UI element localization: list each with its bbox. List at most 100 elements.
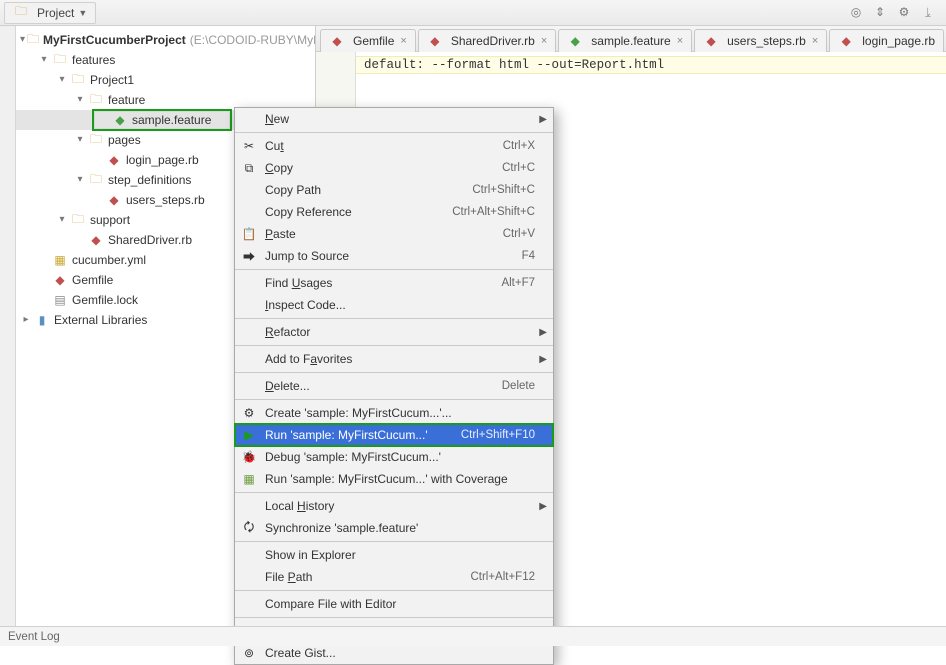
menu-new[interactable]: New ▶: [235, 108, 553, 130]
folder-icon: 🗀: [88, 132, 104, 148]
close-icon[interactable]: ×: [400, 35, 406, 47]
submenu-arrow-icon: ▶: [539, 327, 547, 338]
menu-find-usages[interactable]: Find Usages Alt+F7: [235, 272, 553, 294]
menu-copy[interactable]: ⧉ Copy Ctrl+C: [235, 157, 553, 179]
menu-cut[interactable]: ✂ Cut Ctrl+X: [235, 135, 553, 157]
folder-icon: 🗀: [27, 32, 39, 48]
collapse-icon[interactable]: ⇕: [872, 5, 888, 20]
menu-paste[interactable]: 📋 Paste Ctrl+V: [235, 223, 553, 245]
folder-icon: 🗀: [70, 72, 86, 88]
paste-icon: 📋: [235, 227, 263, 241]
ruby-file-icon: ◆: [427, 33, 443, 49]
chevron-down-icon[interactable]: ▾: [20, 34, 25, 46]
shortcut: Alt+F7: [501, 277, 535, 289]
tab-label: users_steps.rb: [727, 34, 806, 48]
chevron-down-icon[interactable]: ▾: [38, 54, 50, 66]
ruby-file-icon: ◆: [106, 152, 122, 168]
tree-root-path: (E:\CODOID-RUBY\MyFirstCucu: [190, 33, 316, 47]
project-dropdown[interactable]: 🗀 Project ▼: [4, 2, 96, 24]
gem-file-icon: ◆: [329, 33, 345, 49]
target-icon[interactable]: ◎: [848, 5, 864, 20]
close-icon[interactable]: ×: [677, 35, 683, 47]
menu-jump-to-source[interactable]: ⮕ Jump to Source F4: [235, 245, 553, 267]
chevron-down-icon[interactable]: ▾: [56, 214, 68, 226]
menu-label: Synchronize 'sample.feature': [263, 521, 535, 535]
tree-project1[interactable]: ▾ 🗀 Project1: [16, 70, 315, 90]
tree-label: pages: [108, 133, 141, 147]
menu-inspect-code[interactable]: Inspect Code...: [235, 294, 553, 316]
yml-file-icon: ▦: [52, 252, 68, 268]
menu-delete[interactable]: Delete... Delete: [235, 375, 553, 397]
ruby-file-icon: ◆: [88, 232, 104, 248]
editor-line-1: default: --format html --out=Report.html: [364, 58, 664, 72]
tree-label: login_page.rb: [126, 153, 199, 167]
ruby-file-icon: ◆: [838, 33, 854, 49]
close-icon[interactable]: ×: [812, 35, 818, 47]
tree-label: support: [90, 213, 130, 227]
menu-copy-path[interactable]: Copy Path Ctrl+Shift+C: [235, 179, 553, 201]
menu-create-run-config[interactable]: ⚙ Create 'sample: MyFirstCucum...'...: [235, 402, 553, 424]
chevron-down-icon[interactable]: ▾: [74, 174, 86, 186]
gem-file-icon: ◆: [52, 272, 68, 288]
menu-run[interactable]: ▶ Run 'sample: MyFirstCucum...' Ctrl+Shi…: [235, 424, 553, 446]
menu-show-in-explorer[interactable]: Show in Explorer: [235, 544, 553, 566]
tab-shareddriver[interactable]: ◆ SharedDriver.rb ×: [418, 29, 556, 52]
close-icon[interactable]: ×: [541, 35, 547, 47]
tab-sample-feature[interactable]: ◆ sample.feature ×: [558, 29, 692, 52]
menu-label: Copy Path: [263, 183, 472, 197]
menu-run-coverage[interactable]: ▦ Run 'sample: MyFirstCucum...' with Cov…: [235, 468, 553, 490]
menu-copy-reference[interactable]: Copy Reference Ctrl+Alt+Shift+C: [235, 201, 553, 223]
copy-icon: ⧉: [235, 161, 263, 176]
tree-label: cucumber.yml: [72, 253, 146, 267]
tree-root[interactable]: ▾ 🗀 MyFirstCucumberProject (E:\CODOID-RU…: [16, 30, 315, 50]
toolbar-icons: ◎ ⇕ ⚙ ⥕: [848, 5, 942, 20]
run-config-icon: ⚙: [235, 406, 263, 420]
debug-icon: 🐞: [235, 450, 263, 464]
menu-label: Copy Reference: [263, 205, 452, 219]
menu-label: Create Gist...: [263, 646, 535, 660]
hide-icon[interactable]: ⥕: [920, 5, 936, 20]
tab-label: sample.feature: [591, 34, 670, 48]
feature-file-icon: ◆: [112, 112, 128, 128]
project-folder-icon: 🗀: [13, 5, 29, 21]
sidebar-strip: [0, 26, 16, 626]
tree-label: feature: [108, 93, 145, 107]
menu-label: Jump to Source: [263, 249, 522, 263]
tree-features[interactable]: ▾ 🗀 features: [16, 50, 315, 70]
shortcut: Ctrl+X: [503, 140, 535, 152]
menu-debug[interactable]: 🐞 Debug 'sample: MyFirstCucum...': [235, 446, 553, 468]
menu-local-history[interactable]: Local History ▶: [235, 495, 553, 517]
tab-users-steps[interactable]: ◆ users_steps.rb ×: [694, 29, 827, 52]
shortcut: Ctrl+C: [502, 162, 535, 174]
chevron-right-icon[interactable]: ▸: [20, 314, 32, 326]
tab-gemfile[interactable]: ◆ Gemfile ×: [320, 29, 416, 52]
context-menu: New ▶ ✂ Cut Ctrl+X ⧉ Copy Ctrl+C Copy Pa…: [234, 107, 554, 665]
chevron-down-icon: ▼: [78, 8, 87, 18]
gear-icon[interactable]: ⚙: [896, 5, 912, 20]
menu-label: Run 'sample: MyFirstCucum...': [263, 428, 461, 442]
status-event-log[interactable]: Event Log: [8, 631, 60, 643]
shortcut: Ctrl+Alt+Shift+C: [452, 206, 535, 218]
shortcut: Delete: [502, 380, 535, 392]
tab-label: Gemfile: [353, 34, 394, 48]
chevron-down-icon[interactable]: ▾: [56, 74, 68, 86]
ruby-file-icon: ◆: [703, 33, 719, 49]
tree-root-label: MyFirstCucumberProject: [43, 33, 186, 47]
tab-login-page[interactable]: ◆ login_page.rb: [829, 29, 944, 52]
chevron-down-icon[interactable]: ▾: [74, 134, 86, 146]
tree-label: Gemfile.lock: [72, 293, 138, 307]
shortcut: F4: [522, 250, 535, 262]
menu-file-path[interactable]: File Path Ctrl+Alt+F12: [235, 566, 553, 588]
cut-icon: ✂: [235, 139, 263, 153]
menu-label: Create 'sample: MyFirstCucum...'...: [263, 406, 535, 420]
tree-label: sample.feature: [132, 113, 211, 127]
menu-refactor[interactable]: Refactor ▶: [235, 321, 553, 343]
folder-icon: 🗀: [88, 172, 104, 188]
menu-add-to-favorites[interactable]: Add to Favorites ▶: [235, 348, 553, 370]
jump-icon: ⮕: [235, 248, 263, 265]
chevron-down-icon[interactable]: ▾: [74, 94, 86, 106]
menu-compare-with-editor[interactable]: Compare File with Editor: [235, 593, 553, 615]
submenu-arrow-icon: ▶: [539, 354, 547, 365]
project-toolbar: 🗀 Project ▼ ◎ ⇕ ⚙ ⥕: [0, 0, 946, 26]
menu-synchronize[interactable]: 🗘 Synchronize 'sample.feature': [235, 517, 553, 539]
